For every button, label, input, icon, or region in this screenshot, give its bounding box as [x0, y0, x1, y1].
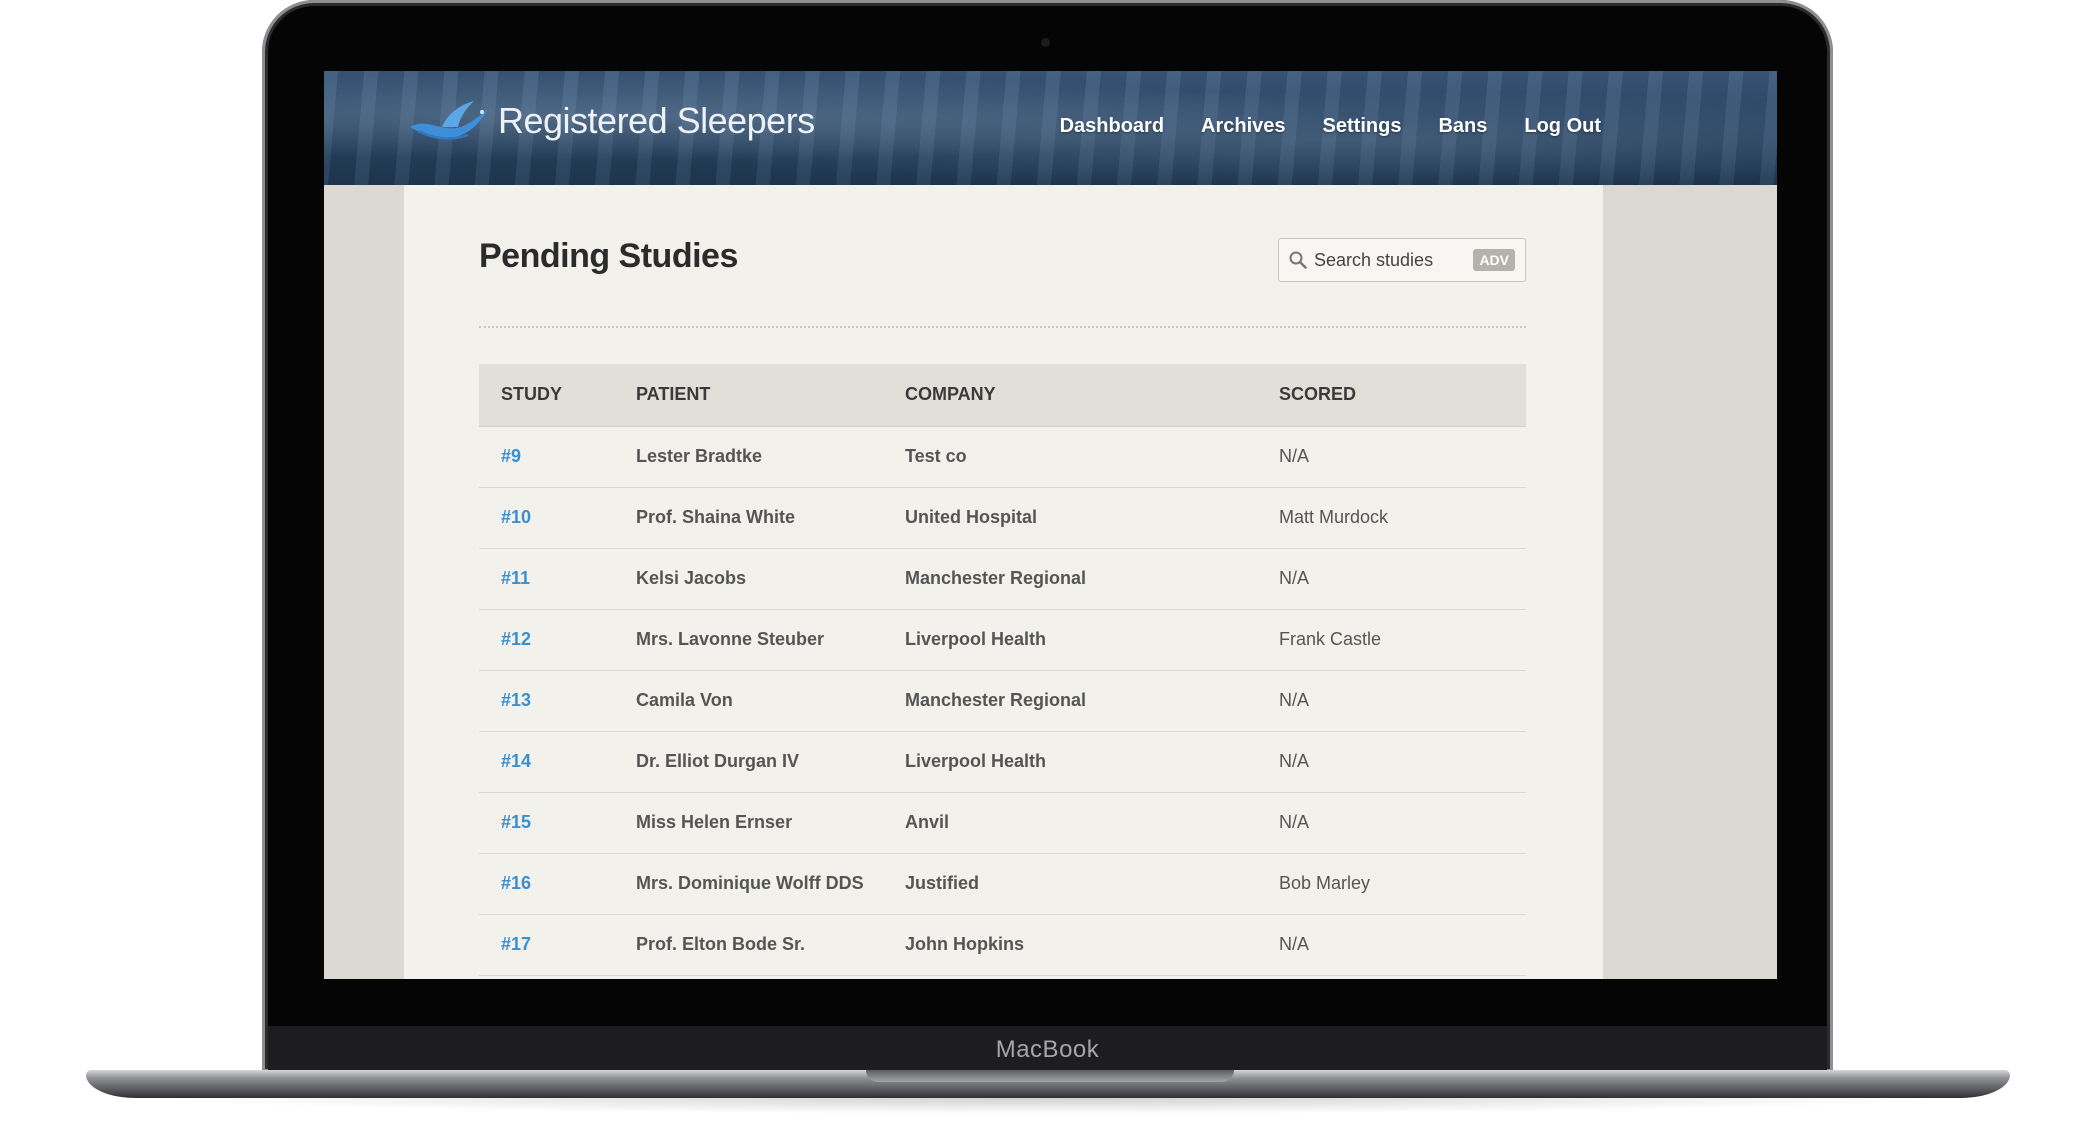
patient-cell: Prof. Shaina White	[614, 487, 883, 549]
study-cell: #10	[479, 487, 614, 549]
company-cell: John Hopkins	[883, 914, 1257, 976]
scored-cell: N/A	[1257, 548, 1526, 610]
company-cell: Liverpool Health	[883, 731, 1257, 793]
patient-cell: Dr. Elliot Durgan IV	[614, 731, 883, 793]
study-cell: #14	[479, 731, 614, 793]
table-row[interactable]: #14 Dr. Elliot Durgan IV Liverpool Healt…	[479, 731, 1526, 793]
study-link[interactable]: #9	[501, 446, 521, 466]
study-cell: #13	[479, 670, 614, 732]
company-cell: Justified	[883, 853, 1257, 915]
study-cell: #17	[479, 914, 614, 976]
patient-cell: Mrs. Dominique Wolff DDS	[614, 853, 883, 915]
company-cell: Liverpool Health	[883, 609, 1257, 671]
patient-cell: Prof. Elton Bode Sr.	[614, 914, 883, 976]
table-row[interactable]: #11 Kelsi Jacobs Manchester Regional N/A	[479, 548, 1526, 610]
table-row[interactable]: #9 Lester Bradtke Test co N/A	[479, 426, 1526, 488]
study-cell: #11	[479, 548, 614, 610]
site-header: Registered Sleepers Dashboard Archives S…	[324, 71, 1777, 185]
table-row[interactable]: #17 Prof. Elton Bode Sr. John Hopkins N/…	[479, 914, 1526, 976]
study-link[interactable]: #17	[501, 934, 531, 954]
laptop-notch	[866, 1070, 1234, 1082]
logo[interactable]: Registered Sleepers	[408, 97, 815, 145]
study-link[interactable]: #15	[501, 812, 531, 832]
laptop-shadow	[150, 1098, 1950, 1114]
advanced-search-button[interactable]: ADV	[1473, 249, 1515, 271]
divider	[479, 326, 1526, 328]
page-title: Pending Studies	[479, 237, 738, 275]
company-cell: Manchester Regional	[883, 670, 1257, 732]
scored-cell: Matt Murdock	[1257, 487, 1526, 549]
patient-cell: Lester Bradtke	[614, 426, 883, 488]
nav-bans[interactable]: Bans	[1438, 115, 1487, 138]
study-link[interactable]: #14	[501, 751, 531, 771]
scored-cell: Bob Marley	[1257, 853, 1526, 915]
study-link[interactable]: #10	[501, 507, 531, 527]
table-row[interactable]: #16 Mrs. Dominique Wolff DDS Justified B…	[479, 853, 1526, 915]
study-cell: #15	[479, 792, 614, 854]
table-header-row: STUDY PATIENT COMPANY SCORED	[479, 364, 1526, 427]
study-link[interactable]: #16	[501, 873, 531, 893]
company-cell: Test co	[883, 426, 1257, 488]
column-header-company[interactable]: COMPANY	[883, 364, 1257, 427]
laptop-chin: MacBook	[268, 1026, 1827, 1072]
study-cell: #12	[479, 609, 614, 671]
patient-cell: Miss Helen Ernser	[614, 792, 883, 854]
study-cell: #16	[479, 853, 614, 915]
main-content: Pending Studies ADV STUDY PATIENT COMPAN…	[404, 185, 1603, 979]
study-link[interactable]: #13	[501, 690, 531, 710]
nav-archives[interactable]: Archives	[1201, 115, 1286, 138]
scored-cell: Frank Castle	[1257, 609, 1526, 671]
study-link[interactable]: #12	[501, 629, 531, 649]
scored-cell: N/A	[1257, 731, 1526, 793]
study-link[interactable]: #11	[501, 568, 530, 588]
study-cell: #9	[479, 426, 614, 488]
table-row[interactable]: #10 Prof. Shaina White United Hospital M…	[479, 487, 1526, 549]
camera-icon	[1041, 38, 1050, 47]
table-row[interactable]: #15 Miss Helen Ernser Anvil N/A	[479, 792, 1526, 854]
search-input[interactable]	[1314, 249, 1464, 271]
company-cell: United Hospital	[883, 487, 1257, 549]
patient-cell: Mrs. Lavonne Steuber	[614, 609, 883, 671]
table-row[interactable]: #12 Mrs. Lavonne Steuber Liverpool Healt…	[479, 609, 1526, 671]
app-name: Registered Sleepers	[498, 100, 815, 141]
patient-cell: Kelsi Jacobs	[614, 548, 883, 610]
nav-log-out[interactable]: Log Out	[1524, 115, 1601, 138]
table-row[interactable]: #13 Camila Von Manchester Regional N/A	[479, 670, 1526, 732]
scored-cell: N/A	[1257, 792, 1526, 854]
scored-cell: N/A	[1257, 914, 1526, 976]
patient-cell: Camila Von	[614, 670, 883, 732]
scored-cell: N/A	[1257, 670, 1526, 732]
nav-settings[interactable]: Settings	[1323, 115, 1402, 138]
screen: Registered Sleepers Dashboard Archives S…	[324, 71, 1777, 979]
search-icon	[1289, 251, 1307, 269]
scored-cell: N/A	[1257, 426, 1526, 488]
column-header-study[interactable]: STUDY	[479, 364, 614, 427]
bird-icon	[410, 101, 488, 140]
device-label: MacBook	[995, 1036, 1100, 1063]
column-header-patient[interactable]: PATIENT	[614, 364, 883, 427]
column-header-scored[interactable]: SCORED	[1257, 364, 1526, 427]
company-cell: Manchester Regional	[883, 548, 1257, 610]
company-cell: Anvil	[883, 792, 1257, 854]
main-nav: Dashboard Archives Settings Bans Log Out	[1023, 115, 1601, 138]
nav-dashboard[interactable]: Dashboard	[1060, 115, 1164, 138]
search-box[interactable]: ADV	[1278, 238, 1526, 282]
studies-table: STUDY PATIENT COMPANY SCORED #9 Lester B…	[479, 364, 1526, 976]
